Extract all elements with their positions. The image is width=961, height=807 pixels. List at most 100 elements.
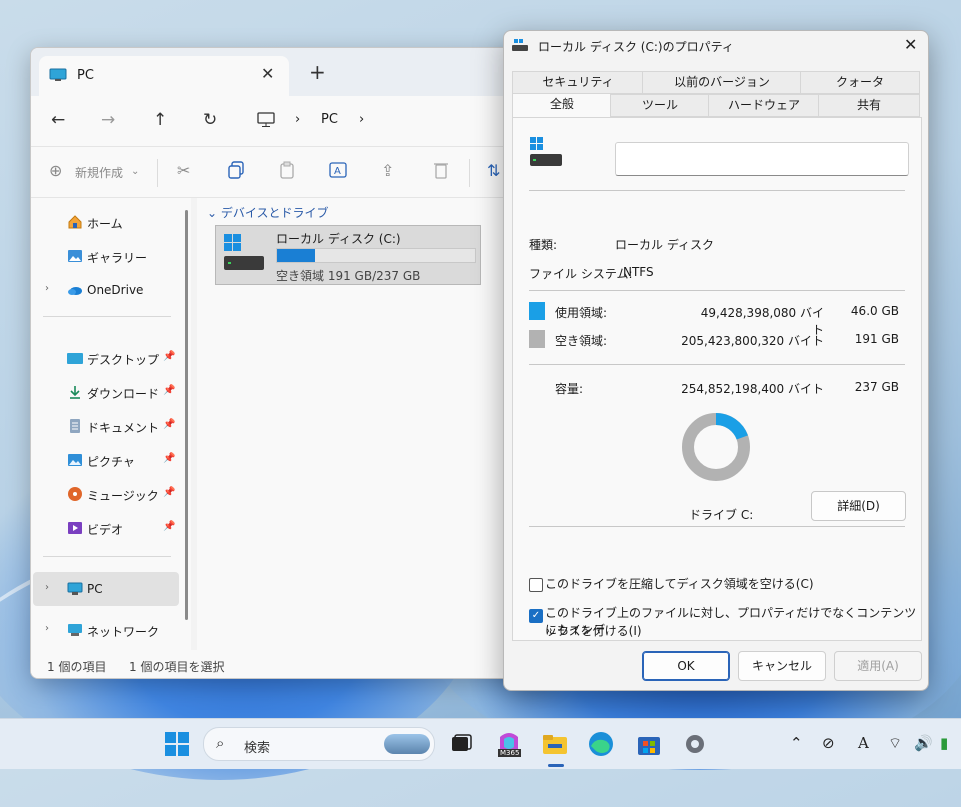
chevron-up-icon[interactable]: ⌃ xyxy=(790,734,803,752)
tab-general[interactable]: 全般 xyxy=(512,93,612,119)
tab-pc[interactable]: PC ✕ xyxy=(39,56,289,96)
start-windows-icon[interactable] xyxy=(162,729,192,759)
edge-browser-icon[interactable] xyxy=(586,729,616,759)
drive-usage-fill xyxy=(277,249,315,262)
details-button[interactable]: 詳細(D) xyxy=(811,491,906,521)
music-icon xyxy=(68,487,82,501)
m365-copilot-icon[interactable]: M365 xyxy=(494,729,524,759)
sidebar-item-label: ミュージック xyxy=(87,489,159,503)
refresh-icon[interactable]: ↻ xyxy=(203,110,217,130)
tab-sharing[interactable]: 共有 xyxy=(818,94,920,117)
pc-icon xyxy=(49,68,67,81)
tab-quota[interactable]: クォータ xyxy=(800,71,920,94)
new-tab-button[interactable]: + xyxy=(309,60,326,84)
paste-icon[interactable] xyxy=(279,161,295,179)
pin-icon[interactable]: 📌 xyxy=(163,385,175,396)
settings-gear-icon[interactable] xyxy=(680,729,710,759)
free-space-bytes: 205,423,800,320 バイト xyxy=(681,334,824,348)
breadcrumb-pc[interactable]: PC xyxy=(321,112,338,127)
share-icon[interactable]: ⇪ xyxy=(381,161,394,180)
forward-arrow-icon[interactable]: → xyxy=(101,110,115,130)
chevron-down-icon[interactable]: ⌄ xyxy=(131,166,139,177)
speaker-icon[interactable]: 🔊 xyxy=(914,734,933,752)
wifi-icon[interactable]: ⌔ xyxy=(888,734,902,753)
close-tab-icon[interactable]: ✕ xyxy=(261,64,274,83)
pictures-icon xyxy=(68,454,82,466)
ok-button[interactable]: OK xyxy=(642,651,730,681)
drive-free-space: 空き領域 191 GB/237 GB xyxy=(276,269,421,283)
sidebar-item-pc[interactable]: › PC xyxy=(33,572,179,606)
sidebar-item-home[interactable]: ホーム xyxy=(41,208,181,236)
copy-icon[interactable] xyxy=(227,161,245,179)
input-method-icon[interactable]: A xyxy=(858,734,869,752)
navigation-pane: ホーム ギャラリー › OneDrive デスクトップ 📌 ダウンロード 📌 ド… xyxy=(31,198,191,650)
microsoft-store-icon[interactable] xyxy=(634,729,664,759)
volume-label-input[interactable] xyxy=(615,142,909,176)
svg-text:A: A xyxy=(334,166,341,177)
chevron-right-icon[interactable]: › xyxy=(45,623,49,634)
documents-icon xyxy=(70,419,80,433)
file-explorer-icon[interactable] xyxy=(540,729,570,759)
sidebar-item-network[interactable]: › ネットワーク xyxy=(41,616,181,644)
chevron-right-icon[interactable]: › xyxy=(45,582,49,593)
index-contents-label-line2[interactable]: ックスを付ける(I) xyxy=(545,623,642,640)
pin-icon[interactable]: 📌 xyxy=(163,487,175,498)
filesystem-value: NTFS xyxy=(623,265,654,279)
sidebar-item-videos[interactable]: ビデオ 📌 xyxy=(41,514,181,542)
sidebar-item-label: ネットワーク xyxy=(87,625,160,639)
compress-drive-checkbox[interactable] xyxy=(529,578,543,592)
chevron-right-icon[interactable]: › xyxy=(45,283,49,294)
sidebar-item-downloads[interactable]: ダウンロード 📌 xyxy=(41,378,181,406)
back-arrow-icon[interactable]: ← xyxy=(51,110,65,130)
general-tab-panel: 種類: ローカル ディスク ファイル システム: NTFS 使用領域: 49,4… xyxy=(512,117,922,641)
used-space-gb: 46.0 GB xyxy=(850,304,899,318)
task-view-icon[interactable] xyxy=(446,729,476,759)
pin-icon[interactable]: 📌 xyxy=(163,351,175,362)
cut-icon[interactable]: ✂ xyxy=(177,161,190,180)
tab-hardware[interactable]: ハードウェア xyxy=(708,94,820,117)
tab-tools[interactable]: ツール xyxy=(610,94,710,117)
sidebar-item-gallery[interactable]: ギャラリー xyxy=(41,242,181,270)
sidebar-scrollbar[interactable] xyxy=(185,210,188,620)
breadcrumb-chevron-icon[interactable]: › xyxy=(295,112,300,127)
new-button[interactable]: 新規作成 xyxy=(75,164,123,181)
rename-icon[interactable]: A xyxy=(329,161,347,179)
sort-icon[interactable]: ⇅ xyxy=(487,161,500,180)
gallery-icon xyxy=(68,250,82,262)
monitor-icon[interactable] xyxy=(257,112,275,128)
sidebar-item-onedrive[interactable]: › OneDrive xyxy=(41,276,181,304)
sidebar-item-music[interactable]: ミュージック 📌 xyxy=(41,480,181,508)
sidebar-item-label: ギャラリー xyxy=(87,251,148,265)
compress-drive-label[interactable]: このドライブを圧縮してディスク領域を空ける(C) xyxy=(545,576,814,593)
drive-c-tile[interactable]: ローカル ディスク (C:) 空き領域 191 GB/237 GB xyxy=(215,225,481,285)
sidebar-item-desktop[interactable]: デスクトップ 📌 xyxy=(41,344,181,372)
divider xyxy=(529,290,905,291)
divider xyxy=(43,556,171,557)
tab-security[interactable]: セキュリティ xyxy=(512,71,644,94)
cancel-button[interactable]: キャンセル xyxy=(738,651,826,681)
up-arrow-icon[interactable]: ↑ xyxy=(153,110,167,130)
index-contents-checkbox[interactable]: ✓ xyxy=(529,609,543,623)
file-explorer-window: PC ✕ + ← → ↑ ↻ › PC › ⊕ 新規作成 ⌄ ✂ A ⇪ ⇅ ホ… xyxy=(30,47,552,679)
breadcrumb-chevron-icon[interactable]: › xyxy=(359,112,364,127)
tab-previous-versions[interactable]: 以前のバージョン xyxy=(642,71,802,94)
apply-button[interactable]: 適用(A) xyxy=(834,651,922,681)
cloud-off-icon[interactable]: ⊘ xyxy=(822,734,835,752)
delete-icon[interactable] xyxy=(433,161,449,179)
taskbar-search-box[interactable]: ⌕ 検索 xyxy=(203,727,435,761)
selection-count: 1 個の項目を選択 xyxy=(129,660,225,674)
sidebar-item-documents[interactable]: ドキュメント 📌 xyxy=(41,412,181,440)
capacity-label: 容量: xyxy=(555,382,584,396)
new-plus-icon[interactable]: ⊕ xyxy=(49,161,62,180)
group-header[interactable]: ⌄ デバイスとドライブ xyxy=(207,204,329,221)
local-disk-icon xyxy=(224,234,264,270)
battery-icon[interactable]: ▮ xyxy=(940,734,948,752)
sidebar-item-pictures[interactable]: ピクチャ 📌 xyxy=(41,446,181,474)
pin-icon[interactable]: 📌 xyxy=(163,521,175,532)
pin-icon[interactable]: 📌 xyxy=(163,453,175,464)
pin-icon[interactable]: 📌 xyxy=(163,419,175,430)
close-icon[interactable]: ✕ xyxy=(904,35,917,54)
properties-dialog: ローカル ディスク (C:)のプロパティ ✕ セキュリティ 以前のバージョン ク… xyxy=(503,30,929,691)
divider xyxy=(157,159,158,187)
sidebar-item-label: デスクトップ xyxy=(87,353,160,367)
